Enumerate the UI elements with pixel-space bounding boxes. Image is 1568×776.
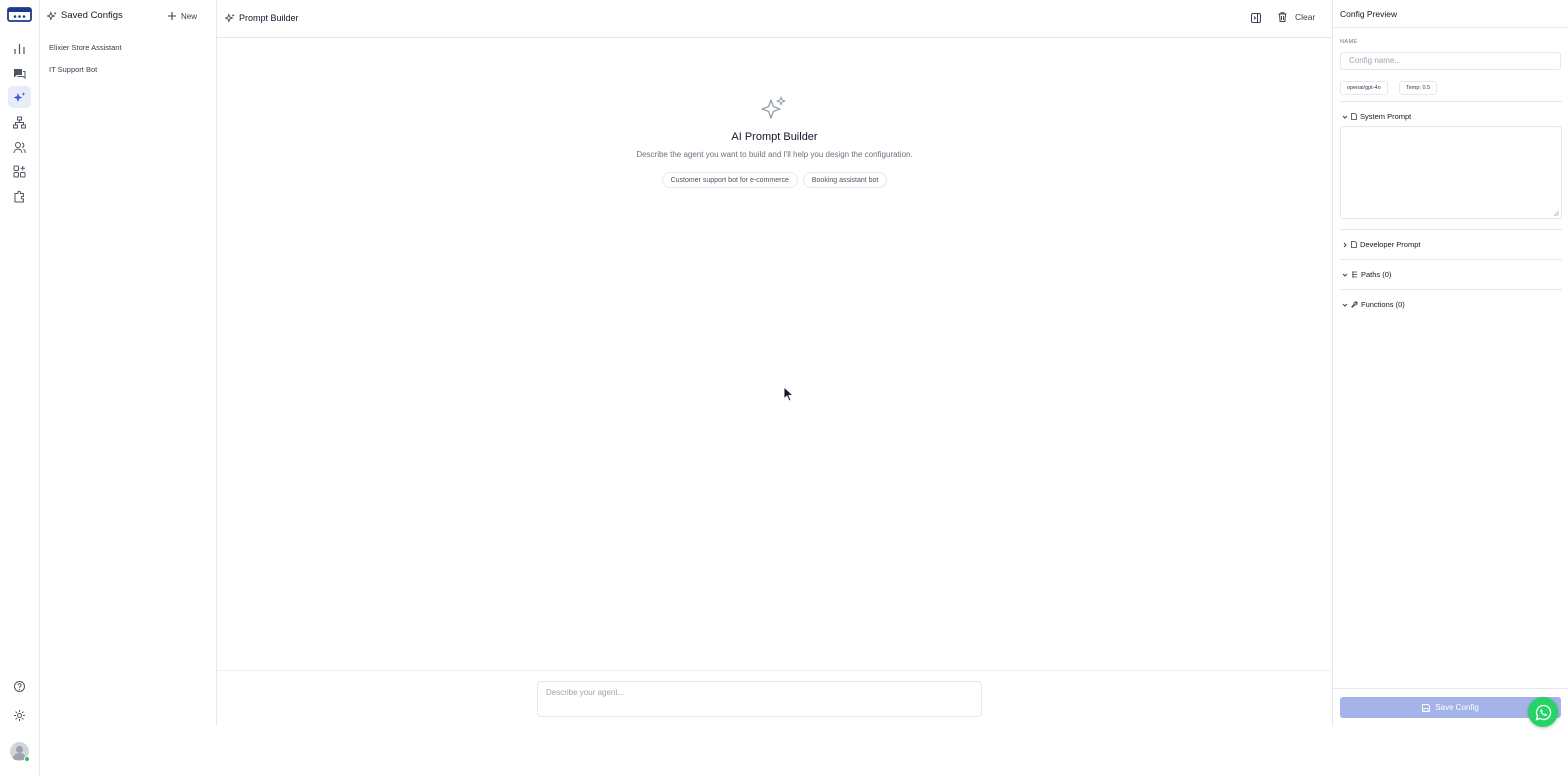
mouse-cursor-icon [783,386,794,402]
suggestion-chip[interactable]: Customer support bot for e-commerce [661,172,798,188]
save-icon [1422,703,1431,712]
plus-icon [168,12,176,20]
config-item[interactable]: IT Support Bot [49,65,97,74]
saved-configs-panel: Saved Configs New Elixier Store Assistan… [40,0,217,726]
divider [1340,289,1562,290]
functions-section-toggle[interactable]: Functions (0) [1342,300,1405,309]
divider [1340,101,1562,102]
page-title: Prompt Builder [239,13,299,23]
prompt-builder-main: Prompt Builder Clear AI Prompt Builder D… [217,0,1332,726]
saved-configs-title: Saved Configs [61,10,123,21]
divider [1340,259,1562,260]
sparkles-icon [761,96,787,122]
developer-prompt-label: Developer Prompt [1360,240,1421,249]
suggestion-chip[interactable]: Booking assistant bot [802,172,888,188]
name-label: NAME [1340,39,1358,45]
paths-section-toggle[interactable]: Paths (0) [1342,270,1391,279]
whatsapp-icon [1535,704,1552,721]
config-preview-panel: Config Preview NAME Config name... opena… [1332,0,1568,726]
saved-configs-header: Saved Configs New [40,0,216,32]
divider [1340,229,1562,230]
model-badge[interactable]: openai/gpt-4o [1340,81,1388,95]
document-icon [1351,113,1357,120]
config-preview-title: Config Preview [1340,9,1398,19]
system-prompt-textarea[interactable] [1340,126,1562,219]
puzzle-icon[interactable] [8,185,31,207]
chevron-right-icon [1342,242,1348,248]
main-topbar: Prompt Builder Clear [217,0,1332,38]
clear-label: Clear [1295,12,1316,22]
paths-icon [1351,271,1358,278]
whatsapp-chat-button[interactable] [1528,697,1558,727]
toggle-panel-icon[interactable] [1251,13,1261,23]
hero-subtitle: Describe the agent you want to build and… [636,150,913,159]
sparkles-icon [47,11,57,21]
chevron-down-icon [1342,302,1348,308]
sparkles-icon [225,13,235,23]
sparkles-icon[interactable] [8,86,31,108]
temperature-badge[interactable]: Temp: 0.5 [1399,81,1438,95]
resize-handle-icon[interactable] [1554,211,1559,216]
apps-icon[interactable] [8,160,31,182]
document-icon [1351,241,1357,248]
logo-icon[interactable] [7,6,32,24]
new-config-button[interactable]: New [168,8,197,24]
icon-rail [0,0,40,776]
sitemap-icon[interactable] [8,111,31,133]
clear-button[interactable]: Clear [1278,12,1315,22]
config-name-input[interactable]: Config name... [1340,52,1561,70]
divider [1333,688,1568,689]
chat-icon[interactable] [8,62,31,84]
system-prompt-label: System Prompt [1360,112,1412,121]
save-config-label: Save Config [1435,703,1479,712]
suggestion-chips: Customer support bot for e-commerce Book… [217,172,1332,188]
users-icon[interactable] [8,136,31,158]
hero-title: AI Prompt Builder [731,131,818,143]
help-icon[interactable] [8,675,31,697]
new-config-label: New [181,11,198,21]
developer-prompt-section-toggle[interactable]: Developer Prompt [1342,240,1420,249]
paths-label: Paths (0) [1361,270,1392,279]
chevron-down-icon [1342,114,1348,120]
trash-icon [1278,12,1287,22]
functions-label: Functions (0) [1361,300,1405,309]
online-status-dot [24,756,30,762]
divider [1333,27,1568,28]
settings-icon[interactable] [8,704,31,726]
bar-chart-icon[interactable] [8,37,31,59]
chevron-down-icon [1342,272,1348,278]
system-prompt-section-toggle[interactable]: System Prompt [1342,112,1411,121]
agent-description-input[interactable]: Describe your agent... [537,681,982,717]
config-item[interactable]: Elixier Store Assistant [49,43,122,52]
wrench-icon [1351,301,1358,308]
